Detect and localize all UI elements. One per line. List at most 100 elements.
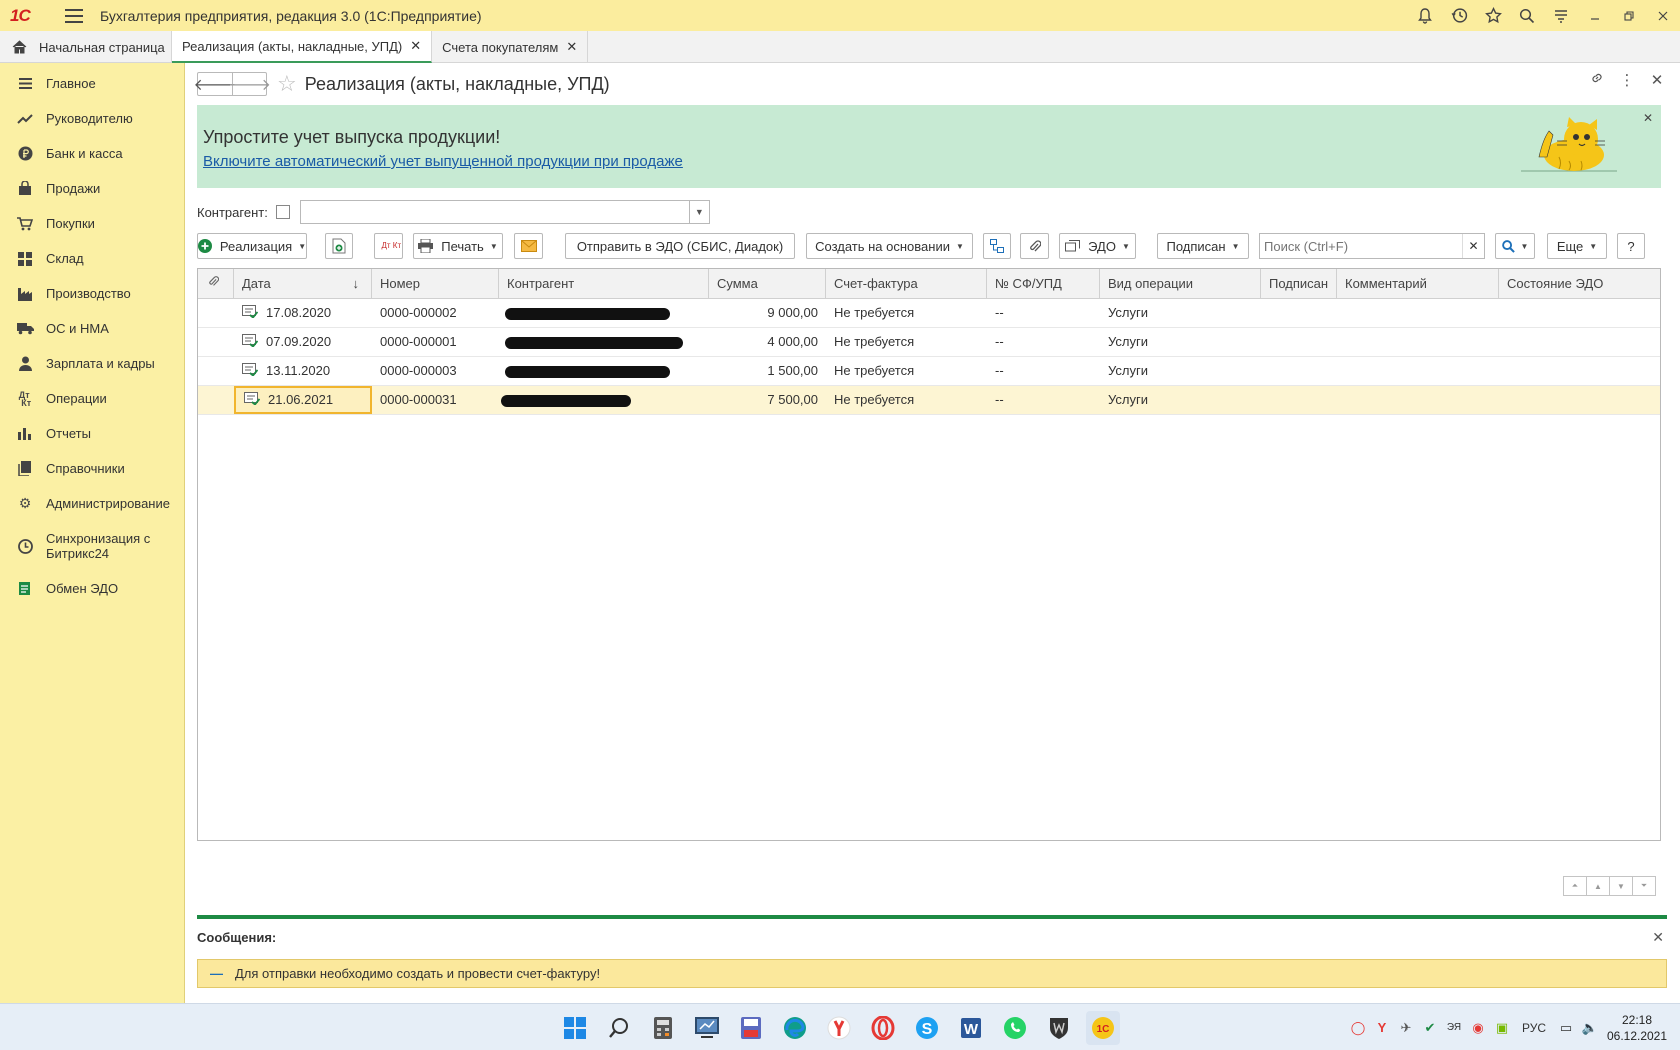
scroll-to-bottom-icon[interactable]: ⏷ (1632, 876, 1656, 896)
sum-cell[interactable]: 9 000,00 (709, 299, 826, 327)
disk-utility-icon[interactable] (734, 1011, 768, 1045)
sidebar-item-purchases[interactable]: Покупки (0, 206, 184, 241)
date-cell[interactable]: 17.08.2020 (234, 299, 372, 327)
minimize-icon[interactable] (1578, 0, 1612, 31)
yandex-browser-icon[interactable] (822, 1011, 856, 1045)
scroll-up-icon[interactable]: ▲ (1586, 876, 1610, 896)
banner-link[interactable]: Включите автоматический учет выпущенной … (203, 153, 683, 170)
search-button[interactable]: ▼ (1495, 233, 1535, 259)
create-based-on-button[interactable]: Создать на основании ▼ (806, 233, 973, 259)
operation-cell[interactable]: Услуги (1100, 357, 1261, 385)
column-header-date[interactable]: Дата ↓ (234, 269, 372, 299)
close-tab-icon[interactable]: ✕ (566, 39, 577, 55)
comment-cell[interactable] (1337, 386, 1499, 414)
chevron-down-icon[interactable]: ▼ (688, 201, 709, 223)
counterparty-cell[interactable] (499, 386, 709, 414)
column-header-signed[interactable]: Подписан (1261, 269, 1337, 299)
signed-cell[interactable] (1261, 386, 1337, 414)
sidebar-item-salary[interactable]: Зарплата и кадры (0, 346, 184, 381)
remote-desktop-icon[interactable] (690, 1011, 724, 1045)
restore-icon[interactable] (1612, 0, 1646, 31)
yandex-tray-icon[interactable]: Y (1370, 1020, 1394, 1035)
opera-browser-icon[interactable] (866, 1011, 900, 1045)
invoice-cell[interactable]: Не требуется (826, 328, 987, 356)
nvidia-tray-icon[interactable]: ▣ (1490, 1020, 1514, 1036)
sidebar-item-reports[interactable]: Отчеты (0, 416, 184, 451)
main-menu-icon[interactable] (62, 7, 86, 25)
sum-cell[interactable]: 1 500,00 (709, 357, 826, 385)
operation-cell[interactable]: Услуги (1100, 386, 1261, 414)
attachment-column-header[interactable] (198, 269, 234, 299)
sf-number-cell[interactable]: -- (987, 386, 1100, 414)
favorites-star-icon[interactable] (1476, 0, 1510, 31)
app-logo[interactable]: 1С (10, 6, 54, 26)
invoice-cell[interactable]: Не требуется (826, 357, 987, 385)
sidebar-item-admin[interactable]: ⚙ Администрирование (0, 486, 184, 521)
opera-tray-icon[interactable]: ◯ (1346, 1020, 1370, 1036)
column-header-sf-number[interactable]: № СФ/УПД (987, 269, 1100, 299)
signed-cell[interactable] (1261, 357, 1337, 385)
copy-document-button[interactable] (325, 233, 353, 259)
date-cell[interactable]: 21.06.2021 (234, 386, 372, 414)
invoice-cell[interactable]: Не требуется (826, 386, 987, 414)
column-header-counterparty[interactable]: Контрагент (499, 269, 709, 299)
comment-cell[interactable] (1337, 357, 1499, 385)
close-banner-icon[interactable]: ✕ (1643, 111, 1653, 125)
message-item[interactable]: — Для отправки необходимо создать и пров… (197, 959, 1667, 988)
punto-switcher-tray-icon[interactable]: ЭЯ (1442, 1022, 1466, 1033)
language-indicator[interactable]: РУС (1514, 1021, 1554, 1035)
sf-number-cell[interactable]: -- (987, 299, 1100, 327)
network-tray-icon[interactable]: ✈ (1394, 1020, 1418, 1036)
date-cell[interactable]: 13.11.2020 (234, 357, 372, 385)
sum-cell[interactable]: 7 500,00 (709, 386, 826, 414)
search-input[interactable] (1260, 234, 1462, 258)
history-icon[interactable] (1442, 0, 1476, 31)
edge-browser-icon[interactable] (778, 1011, 812, 1045)
counterparty-cell[interactable] (499, 299, 709, 327)
sf-number-cell[interactable]: -- (987, 328, 1100, 356)
sidebar-item-manager[interactable]: Руководителю (0, 101, 184, 136)
dt-kt-button[interactable]: Дт Кт (374, 233, 403, 259)
counterparty-cell[interactable] (499, 328, 709, 356)
sidebar-item-assets[interactable]: ОС и НМА (0, 311, 184, 346)
number-cell[interactable]: 0000-000001 (372, 328, 499, 356)
antivirus-tray-icon[interactable]: ◉ (1466, 1020, 1490, 1036)
search-icon[interactable] (602, 1011, 636, 1045)
send-edo-button[interactable]: Отправить в ЭДО (СБИС, Диадок) (565, 233, 795, 259)
signed-cell[interactable] (1261, 299, 1337, 327)
edo-state-cell[interactable] (1499, 357, 1660, 385)
tab-home[interactable]: Начальная страница (0, 31, 172, 63)
signed-cell[interactable] (1261, 328, 1337, 356)
skype-icon[interactable]: S (910, 1011, 944, 1045)
edo-state-cell[interactable] (1499, 328, 1660, 356)
sidebar-item-catalogs[interactable]: Справочники (0, 451, 184, 486)
show-desktop-button[interactable] (1672, 1004, 1680, 1050)
sidebar-item-warehouse[interactable]: Склад (0, 241, 184, 276)
send-email-button[interactable] (514, 233, 543, 259)
create-realization-button[interactable]: Реализация ▼ (197, 233, 307, 259)
date-cell[interactable]: 07.09.2020 (234, 328, 372, 356)
close-tab-icon[interactable]: ✕ (410, 38, 421, 54)
whatsapp-icon[interactable] (998, 1011, 1032, 1045)
sidebar-item-main[interactable]: Главное (0, 66, 184, 101)
1c-enterprise-icon[interactable]: 1С (1086, 1011, 1120, 1045)
windows-start-icon[interactable] (558, 1011, 592, 1045)
sidebar-item-production[interactable]: Производство (0, 276, 184, 311)
close-messages-icon[interactable]: ✕ (1652, 929, 1664, 946)
calculator-icon[interactable] (646, 1011, 680, 1045)
sidebar-item-bank[interactable]: Банк и касса (0, 136, 184, 171)
tab-realization[interactable]: Реализация (акты, накладные, УПД) ✕ (172, 31, 433, 63)
number-cell[interactable]: 0000-000002 (372, 299, 499, 327)
signed-filter-button[interactable]: Подписан ▼ (1157, 233, 1249, 259)
operation-cell[interactable]: Услуги (1100, 299, 1261, 327)
print-button[interactable]: Печать ▼ (413, 233, 503, 259)
column-header-comment[interactable]: Комментарий (1337, 269, 1499, 299)
more-vertical-icon[interactable]: ⋮ (1612, 71, 1642, 89)
sidebar-item-operations[interactable]: Дт Кт Операции (0, 381, 184, 416)
edo-menu-button[interactable]: ЭДО ▼ (1059, 233, 1136, 259)
sidebar-item-bitrix-sync[interactable]: Синхронизация с Битрикс24 (0, 521, 184, 571)
counterparty-cell[interactable] (499, 357, 709, 385)
forward-arrow-icon[interactable]: 🡒 (228, 73, 271, 95)
back-arrow-icon[interactable]: 🡐 (194, 73, 237, 95)
close-window-icon[interactable] (1646, 0, 1680, 31)
